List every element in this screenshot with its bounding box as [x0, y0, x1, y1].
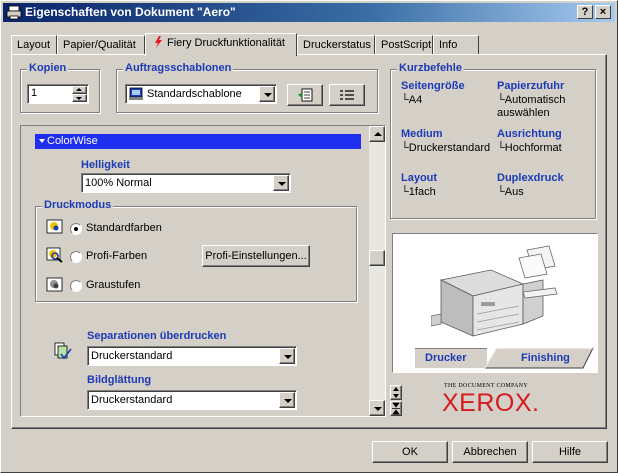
list-icon [340, 90, 354, 100]
tab-fiery-druckfunktionalitaet[interactable]: Fiery Druckfunktionalität [145, 33, 297, 56]
collapse-all-button[interactable] [390, 401, 402, 416]
cancel-button[interactable]: Abbrechen [452, 441, 528, 463]
smoothing-select[interactable]: Druckerstandard [87, 390, 297, 410]
radio-pro-colors[interactable] [70, 251, 82, 263]
help-button[interactable]: Hilfe [532, 441, 608, 463]
tab-layout[interactable]: Layout [11, 35, 57, 55]
shortcut-paper-source-value[interactable]: └Automatisch auswählen [497, 94, 577, 120]
close-title-button[interactable]: × [595, 5, 611, 19]
collapse-arrow-icon [39, 139, 45, 143]
printer-icon [6, 5, 22, 20]
scroll-down-button[interactable] [369, 400, 385, 416]
grayscale-label: Graustufen [86, 279, 141, 291]
tab-papier-qualitaet[interactable]: Papier/Qualität [57, 35, 145, 55]
radio-standard-colors[interactable] [70, 223, 82, 235]
copies-down-button[interactable] [72, 94, 87, 102]
brightness-label: Helligkeit [81, 159, 130, 171]
collapse-icon [392, 402, 400, 415]
printmode-group: Druckmodus Standardfarben Profi-Farben P… [35, 199, 357, 302]
standard-color-icon [46, 219, 63, 234]
tab-label: Papier/Qualität [63, 39, 136, 51]
shortcut-media-value[interactable]: └Druckerstandard [401, 142, 490, 154]
tab-label: Fiery Druckfunktionalität [167, 37, 285, 49]
pro-color-icon [46, 247, 63, 263]
tab-label: Druckerstatus [303, 39, 371, 51]
tab-panel: Kopien 1 Auftragsschablonen Standardscha… [11, 54, 607, 429]
tab-drucker-label: Drucker [425, 352, 467, 364]
tab-drucker[interactable]: Drucker [415, 348, 487, 368]
smoothing-value: Druckerstandard [91, 394, 173, 406]
templates-value: Standardschablone [147, 88, 242, 100]
templates-select[interactable]: Standardschablone [125, 84, 277, 104]
copies-group: Kopien 1 [20, 62, 100, 113]
expand-all-button[interactable] [390, 385, 402, 400]
shortcut-paper-source-title: Papierzufuhr [497, 80, 565, 92]
shortcut-layout-title: Layout [401, 172, 438, 184]
shortcut-duplex-title: Duplexdruck [497, 172, 564, 184]
load-template-button[interactable] [287, 84, 323, 106]
shortcut-orientation-title: Ausrichtung [497, 128, 562, 140]
printmode-label: Druckmodus [42, 199, 114, 211]
brightness-dropdown-button[interactable] [273, 175, 289, 191]
grayscale-icon [46, 277, 63, 292]
colorwise-header[interactable]: ColorWise [35, 134, 361, 149]
manage-templates-button[interactable] [329, 84, 365, 106]
template-icon [129, 87, 143, 100]
tab-finishing[interactable]: Finishing [521, 352, 570, 364]
smoothing-dropdown-button[interactable] [279, 392, 295, 408]
overprint-value: Druckerstandard [91, 350, 173, 362]
properties-dialog: Eigenschaften von Dokument "Aero" ? × La… [0, 0, 618, 473]
shortcut-page-size-value[interactable]: └A4 [401, 94, 422, 106]
tab-label: PostScript [381, 39, 432, 51]
brightness-value: 100% Normal [85, 177, 152, 189]
lightning-icon [155, 36, 162, 48]
overprint-dropdown-button[interactable] [279, 348, 295, 364]
title-bar[interactable]: Eigenschaften von Dokument "Aero" ? × [3, 3, 615, 22]
shortcut-media-title: Medium [401, 128, 443, 140]
brand-logo: XEROX. [442, 389, 540, 417]
templates-group: Auftragsschablonen Standardschablone [116, 62, 378, 113]
printer-illustration [431, 245, 558, 337]
pro-settings-button[interactable]: Profi-Einstellungen... [202, 245, 310, 267]
copies-value: 1 [31, 87, 38, 99]
shortcuts-label: Kurzbefehle [397, 62, 464, 74]
templates-dropdown-button[interactable] [259, 86, 275, 102]
overprint-label: Separationen überdrucken [87, 330, 227, 342]
colorwise-label: ColorWise [47, 135, 98, 147]
help-title-button[interactable]: ? [577, 5, 593, 19]
tab-postscript[interactable]: PostScript [375, 35, 433, 55]
brightness-select[interactable]: 100% Normal [81, 173, 291, 193]
scroll-thumb[interactable] [369, 250, 385, 266]
window-title: Eigenschaften von Dokument "Aero" [25, 5, 236, 19]
ok-button[interactable]: OK [372, 441, 448, 463]
tab-info[interactable]: Info [433, 35, 479, 55]
tab-druckerstatus[interactable]: Druckerstatus [297, 35, 375, 55]
overprint-select[interactable]: Druckerstandard [87, 346, 297, 366]
copies-spinner[interactable]: 1 [27, 84, 89, 104]
settings-scroll-area: ColorWise Helligkeit 100% Normal Druckmo… [20, 125, 386, 417]
shortcut-page-size-title: Seitengröße [401, 80, 465, 92]
shortcut-duplex-value[interactable]: └Aus [497, 186, 524, 198]
copies-up-button[interactable] [72, 86, 87, 94]
standard-colors-label: Standardfarben [86, 222, 162, 234]
shortcut-orientation-value[interactable]: └Hochformat [497, 142, 562, 154]
radio-grayscale[interactable] [70, 280, 82, 292]
shortcuts-group: Kurzbefehle Seitengröße └A4 Papierzufuhr… [390, 62, 596, 219]
printer-preview-panel: Drucker Finishing [392, 233, 598, 373]
template-load-icon [298, 88, 313, 102]
expand-icon [393, 387, 399, 398]
smoothing-label: Bildglättung [87, 374, 152, 386]
shortcut-layout-value[interactable]: └1fach [401, 186, 436, 198]
templates-label: Auftragsschablonen [123, 62, 234, 74]
tab-label: Info [439, 39, 458, 51]
copies-label: Kopien [27, 62, 69, 74]
overprint-icon [54, 342, 72, 360]
pro-colors-label: Profi-Farben [86, 250, 148, 262]
vertical-scrollbar[interactable] [369, 126, 385, 416]
tab-label: Layout [17, 39, 51, 51]
scroll-up-button[interactable] [369, 126, 385, 142]
